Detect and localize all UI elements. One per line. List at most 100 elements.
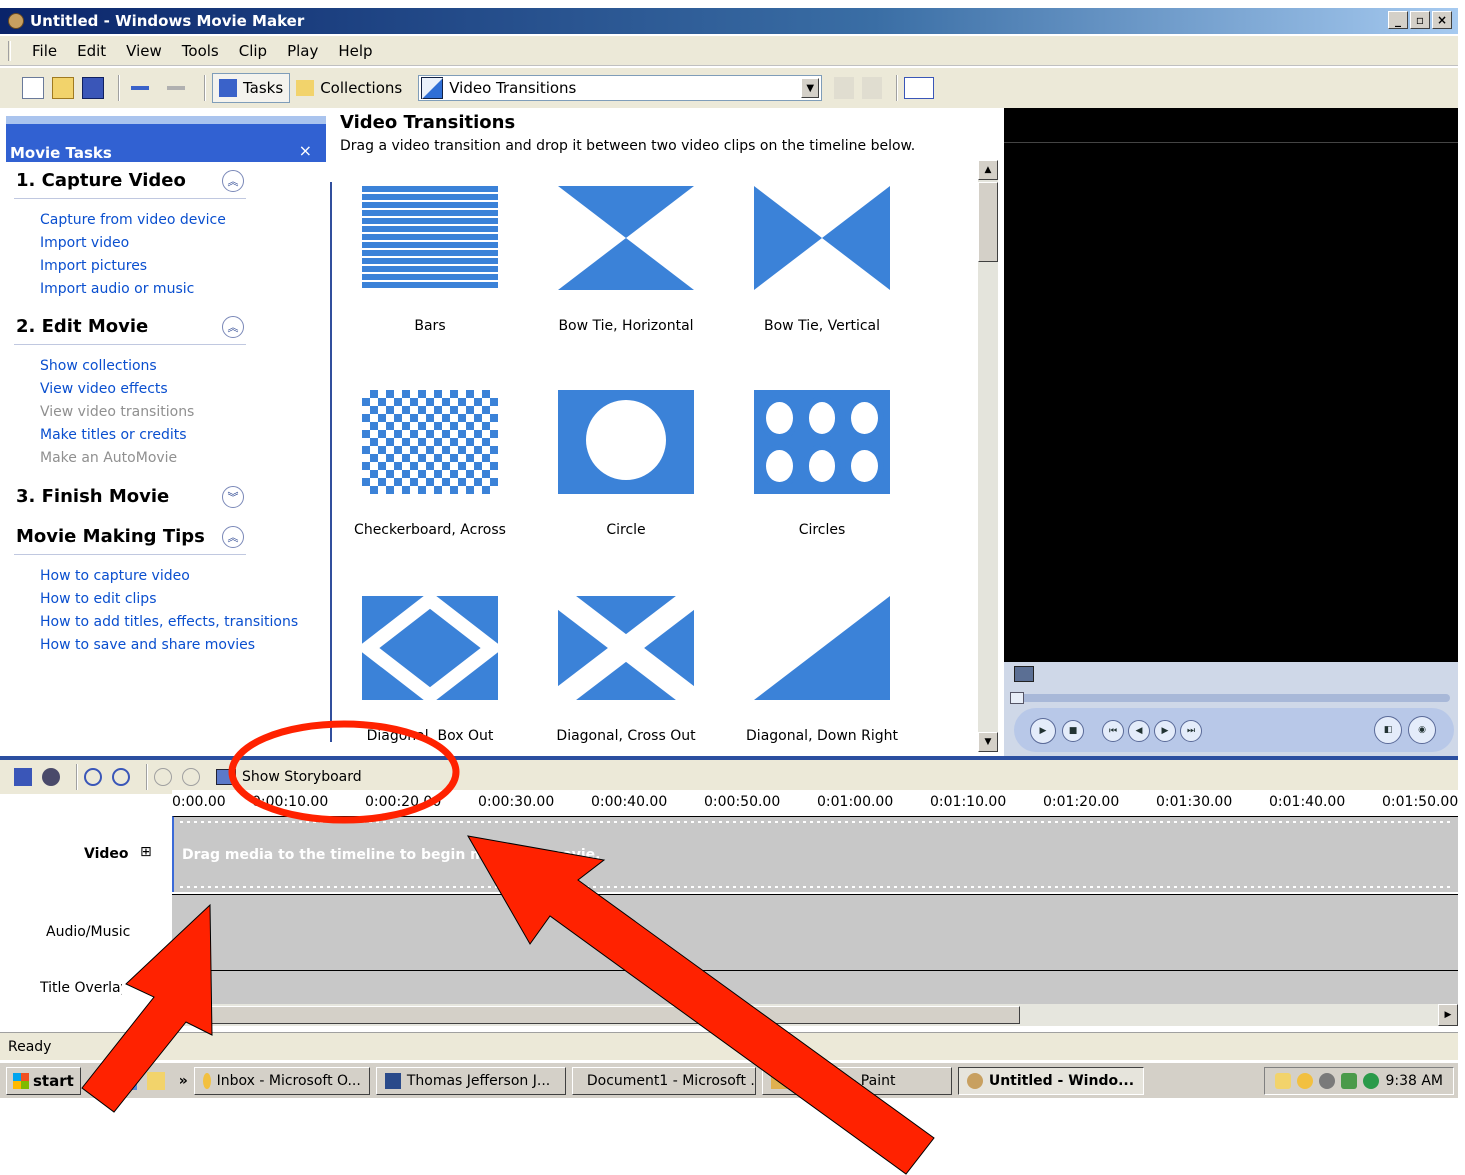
link-how-capture[interactable]: How to capture video: [40, 568, 190, 584]
tasks-button[interactable]: Tasks: [212, 73, 291, 103]
mail-icon[interactable]: [1275, 1072, 1292, 1089]
menu-clip[interactable]: Clip: [229, 42, 277, 60]
redo-icon[interactable]: [162, 77, 190, 99]
transition-label: Diagonal, Cross Out: [556, 728, 696, 744]
link-how-save[interactable]: How to save and share movies: [40, 637, 255, 653]
menu-file[interactable]: File: [22, 42, 67, 60]
transition-diagonal-down-right[interactable]: Diagonal, Down Right: [746, 596, 898, 744]
link-how-add-titles[interactable]: How to add titles, effects, transitions: [40, 614, 298, 630]
link-make-titles[interactable]: Make titles or credits: [40, 427, 187, 443]
collections-select[interactable]: Video Transitions ▼: [418, 75, 823, 101]
timeline-ruler[interactable]: 0:00.00 0:00:10.00 0:00:20.00 0:00:30.00…: [172, 790, 1458, 816]
menu-edit[interactable]: Edit: [67, 42, 116, 60]
previous-frame-icon[interactable]: ◀: [1128, 720, 1150, 742]
taskbar-inbox[interactable]: Inbox - Microsoft O...: [193, 1066, 370, 1095]
rewind-timeline-icon[interactable]: [154, 768, 172, 786]
link-view-video-effects[interactable]: View video effects: [40, 381, 168, 397]
transition-bars[interactable]: Bars: [362, 186, 498, 334]
taskbar-thomas-jefferson[interactable]: Thomas Jefferson J...: [375, 1066, 566, 1095]
link-import-video[interactable]: Import video: [40, 235, 129, 251]
open-project-icon[interactable]: [52, 77, 74, 99]
expand-icon[interactable]: ⊞: [140, 844, 152, 860]
close-button[interactable]: ×: [1432, 11, 1452, 29]
save-project-icon[interactable]: [82, 77, 104, 99]
take-picture-icon[interactable]: ◉: [1408, 716, 1436, 744]
desktop-icon[interactable]: [118, 1071, 137, 1090]
link-capture-from-device[interactable]: Capture from video device: [40, 212, 226, 228]
link-import-pictures[interactable]: Import pictures: [40, 258, 147, 274]
bars-thumbnail: [362, 186, 498, 290]
menu-help[interactable]: Help: [328, 42, 382, 60]
network-icon[interactable]: [1341, 1072, 1358, 1089]
forward-icon[interactable]: ⏭: [1180, 720, 1202, 742]
new-project-icon[interactable]: [22, 77, 44, 99]
link-import-audio[interactable]: Import audio or music: [40, 281, 194, 297]
scroll-thumb[interactable]: [978, 182, 998, 262]
play-icon[interactable]: ▶: [1030, 718, 1056, 744]
seek-bar[interactable]: [1010, 694, 1450, 702]
timeline-scroll-thumb[interactable]: [192, 1006, 1020, 1024]
taskbar-movie-maker[interactable]: Untitled - Windo...: [957, 1066, 1144, 1095]
menu-tools[interactable]: Tools: [172, 42, 229, 60]
timeline-scrollbar[interactable]: ▶: [172, 1004, 1458, 1026]
collections-button[interactable]: Collections: [290, 73, 408, 103]
scroll-down-icon[interactable]: ▼: [978, 732, 998, 752]
quick-launch-chevron[interactable]: »: [179, 1073, 188, 1089]
play-timeline-icon[interactable]: [182, 768, 200, 786]
link-how-edit[interactable]: How to edit clips: [40, 591, 156, 607]
undo-icon[interactable]: [126, 77, 154, 99]
stop-icon[interactable]: ■: [1062, 720, 1084, 742]
minimize-button[interactable]: _: [1388, 11, 1408, 29]
audio-music-track[interactable]: [172, 894, 1458, 970]
chevron-up-icon[interactable]: ︽: [222, 526, 244, 548]
next-frame-icon[interactable]: ▶: [1154, 720, 1176, 742]
transition-circle[interactable]: Circle: [558, 390, 694, 538]
views-icon[interactable]: [904, 77, 935, 99]
start-button[interactable]: start: [6, 1066, 81, 1095]
section-finish-movie[interactable]: 3. Finish Movie: [16, 486, 169, 507]
video-track[interactable]: Drag media to the timeline to begin maki…: [172, 816, 1458, 892]
set-audio-levels-icon[interactable]: [14, 768, 32, 786]
seek-thumb[interactable]: [1010, 692, 1024, 704]
transition-diagonal-cross-out[interactable]: Diagonal, Cross Out: [556, 596, 696, 744]
chevron-up-icon[interactable]: ︽: [222, 170, 244, 192]
transition-circles[interactable]: Circles: [754, 390, 890, 538]
transition-bow-tie-horizontal[interactable]: Bow Tie, Horizontal: [558, 186, 694, 334]
menu-grip[interactable]: [8, 41, 11, 61]
collections-scrollbar[interactable]: ▲ ▼: [978, 160, 998, 752]
split-icon[interactable]: ◧: [1374, 716, 1402, 744]
scroll-right-icon[interactable]: ▶: [1438, 1004, 1458, 1026]
chevron-up-icon[interactable]: ︽: [222, 316, 244, 338]
zoom-out-icon[interactable]: [112, 768, 130, 786]
internet-explorer-icon[interactable]: [90, 1071, 109, 1090]
narrate-icon[interactable]: [42, 768, 60, 786]
new-collection-icon[interactable]: [862, 77, 883, 99]
collection-title: Video Transitions: [340, 112, 516, 133]
transition-diagonal-box-out[interactable]: Diagonal, Box Out: [362, 596, 498, 744]
menu-play[interactable]: Play: [277, 42, 328, 60]
up-one-level-icon[interactable]: [834, 77, 855, 99]
maximize-button[interactable]: ▫: [1410, 11, 1430, 29]
chevron-down-icon[interactable]: ▼: [801, 78, 820, 98]
transition-checkerboard-across[interactable]: Checkerboard, Across: [354, 390, 506, 538]
scroll-up-icon[interactable]: ▲: [978, 160, 998, 180]
menu-view[interactable]: View: [116, 42, 172, 60]
section-capture-video[interactable]: 1. Capture Video: [16, 170, 186, 191]
full-screen-icon[interactable]: [1014, 666, 1034, 682]
chevron-down-icon[interactable]: ︾: [222, 486, 244, 508]
taskbar-document1[interactable]: Document1 - Microsoft ...: [571, 1066, 756, 1095]
show-storyboard-button[interactable]: Show Storyboard: [216, 769, 362, 785]
antivirus-icon[interactable]: [1363, 1072, 1380, 1089]
transition-bow-tie-vertical[interactable]: Bow Tie, Vertical: [754, 186, 890, 334]
bow-tie-vertical-thumbnail: [754, 186, 890, 290]
zoom-in-icon[interactable]: [84, 768, 102, 786]
section-movie-making-tips[interactable]: Movie Making Tips: [16, 526, 205, 547]
taskbar-paint[interactable]: untitled - Paint: [761, 1066, 952, 1095]
folder-icon[interactable]: [146, 1071, 165, 1090]
back-icon[interactable]: ⏮: [1102, 720, 1124, 742]
section-edit-movie[interactable]: 2. Edit Movie: [16, 316, 148, 337]
close-icon[interactable]: ×: [299, 141, 312, 160]
link-show-collections[interactable]: Show collections: [40, 358, 157, 374]
outlook-icon[interactable]: [1297, 1072, 1314, 1089]
security-icon[interactable]: [1319, 1072, 1336, 1089]
